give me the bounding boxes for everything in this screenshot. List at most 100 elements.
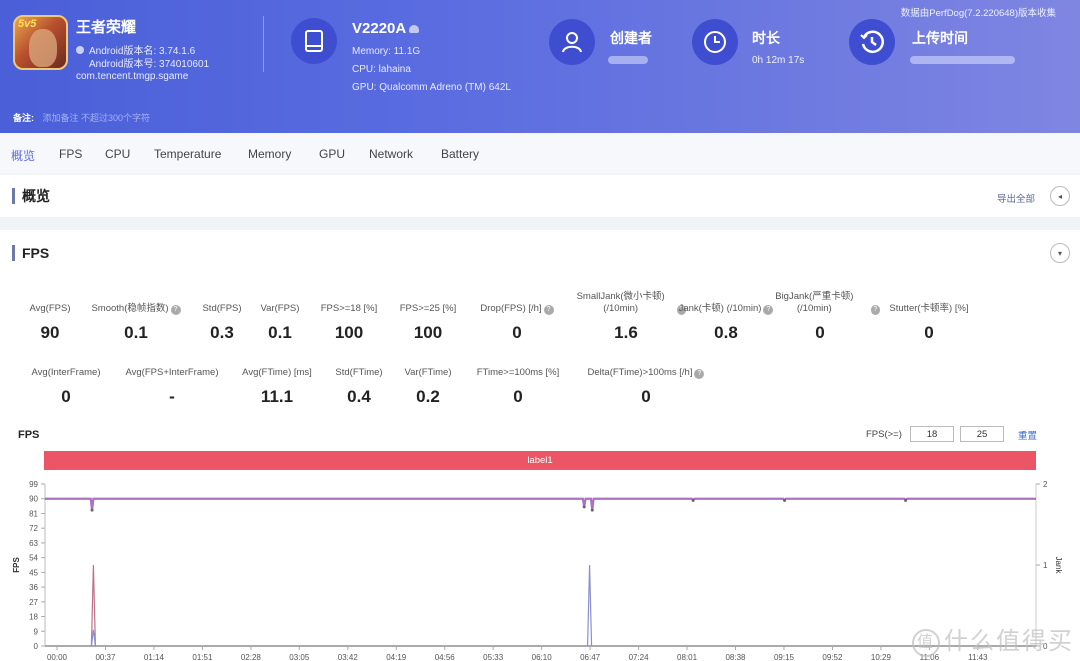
report-header: 5v5 王者荣耀 Android版本名: 3.74.1.6 Android版本号…	[0, 0, 1080, 133]
tab-cpu[interactable]: CPU	[105, 147, 130, 161]
metric-avg-interframe: Avg(InterFrame) 0	[31, 367, 101, 406]
help-icon[interactable]: ?	[694, 369, 705, 379]
tab-temperature[interactable]: Temperature	[154, 147, 221, 161]
x-tick-label: 02:28	[241, 653, 262, 661]
collapse-button[interactable]: ▾	[1050, 243, 1070, 263]
y-tick-label: 99	[29, 480, 38, 489]
y-tick-label: 81	[29, 509, 38, 518]
device-gpu: GPU: Qualcomm Adreno (TM) 642L	[352, 82, 511, 93]
reset-link[interactable]: 重置	[1018, 428, 1037, 442]
y-tick-label: 0	[34, 642, 39, 651]
x-tick-label: 03:42	[338, 653, 359, 661]
tab-bar: 概览 FPS CPU Temperature Memory GPU Networ…	[0, 133, 1080, 173]
upload-time-title: 上传时间	[912, 30, 968, 46]
metric-ftime-ge-100ms: FTime>=100ms [%] 0	[476, 367, 560, 406]
collapse-left-button[interactable]: ◂	[1050, 186, 1070, 206]
x-tick-label: 08:01	[677, 653, 698, 661]
tab-overview[interactable]: 概览	[11, 147, 35, 164]
fps-threshold-2-input[interactable]	[960, 426, 1004, 442]
x-tick-label: 01:51	[192, 653, 213, 661]
y-tick-label: 90	[29, 495, 38, 504]
y-tick-label: 63	[29, 539, 38, 548]
note-label: 备注:	[13, 113, 34, 123]
y-tick-label: 72	[29, 524, 38, 533]
fps-series-line	[45, 497, 1036, 511]
metric-drop-fps: Drop(FPS) [/h]? 0	[457, 289, 577, 343]
y-tick-label: 18	[29, 613, 38, 622]
tab-battery[interactable]: Battery	[441, 147, 479, 161]
metric-avg-fps-interframe: Avg(FPS+InterFrame) -	[125, 367, 219, 406]
tab-memory[interactable]: Memory	[248, 147, 291, 161]
x-tick-label: 00:37	[95, 653, 116, 661]
metric-delta-ftime: Delta(FTime)>100ms [/h]? 0	[586, 353, 706, 407]
fps-dip-point	[590, 508, 594, 512]
creator-title: 创建者	[610, 30, 652, 46]
device-icon	[291, 18, 337, 64]
header-divider	[263, 16, 264, 72]
x-tick-label: 05:33	[483, 653, 504, 661]
fps-dip-point	[691, 498, 695, 502]
metric-stutter: Stutter(卡顿率) [%] 0	[889, 303, 969, 342]
perfdog-version-note: 数据由PerfDog(7.2.220648)版本收集	[900, 8, 1056, 19]
upload-time-value	[910, 56, 1015, 64]
note-placeholder[interactable]: 添加备注 不超过300个字符	[43, 113, 151, 123]
fps-threshold-label: FPS(>=)	[866, 429, 902, 440]
y2-tick-label: 1	[1043, 561, 1048, 570]
fps-dip-point	[90, 508, 94, 512]
y-tick-label: 36	[29, 583, 38, 592]
fps-dip-point	[904, 498, 908, 502]
y2-tick-label: 2	[1043, 480, 1048, 489]
fps-section-title: FPS	[12, 245, 49, 261]
device-memory: Memory: 11.1G	[352, 46, 421, 57]
app-name: 王者荣耀	[76, 19, 137, 36]
tab-fps[interactable]: FPS	[59, 147, 82, 161]
export-all-link[interactable]: 导出全部	[997, 191, 1035, 205]
clock-icon	[692, 19, 738, 65]
y2-axis-label: Jank	[1054, 557, 1063, 575]
package-name: com.tencent.tmgp.sgame	[76, 71, 189, 82]
fps-threshold-1-input[interactable]	[910, 426, 954, 442]
x-tick-label: 01:14	[144, 653, 165, 661]
y-tick-label: 45	[29, 568, 38, 577]
y-tick-label: 27	[29, 598, 38, 607]
y-tick-label: 54	[29, 554, 38, 563]
x-tick-label: 09:15	[774, 653, 795, 661]
creator-value	[608, 56, 648, 64]
x-tick-label: 04:56	[435, 653, 456, 661]
chart-title: FPS	[18, 429, 40, 441]
note-field[interactable]: 备注: 添加备注 不超过300个字符	[13, 111, 150, 124]
chevron-left-icon: ◂	[1057, 191, 1062, 201]
cloud-icon	[409, 25, 420, 34]
device-cpu: CPU: lahaina	[352, 64, 411, 75]
fps-dip-point	[582, 505, 586, 509]
history-icon	[849, 19, 895, 65]
duration-value: 0h 12m 17s	[752, 55, 805, 66]
x-tick-label: 03:05	[289, 653, 310, 661]
overview-title: 概览	[12, 188, 50, 204]
label-bar[interactable]: label1	[44, 451, 1036, 470]
y-axis-label: FPS	[12, 557, 21, 573]
app-icon: 5v5	[13, 15, 68, 70]
tab-network[interactable]: Network	[369, 147, 413, 161]
tab-gpu[interactable]: GPU	[319, 147, 345, 161]
android-version-code: Android版本号: 374010601	[89, 59, 210, 70]
x-tick-label: 06:47	[580, 653, 601, 661]
x-tick-label: 07:24	[629, 653, 650, 661]
x-tick-label: 06:10	[532, 653, 553, 661]
fps-dip-point	[783, 498, 787, 502]
duration-title: 时长	[752, 30, 780, 46]
smalljank-spike	[586, 564, 593, 647]
chevron-down-icon: ▾	[1057, 248, 1062, 258]
x-tick-label: 10:29	[871, 653, 892, 661]
overview-panel	[0, 175, 1080, 217]
y-tick-label: 9	[34, 627, 39, 636]
android-icon	[76, 46, 84, 54]
x-tick-label: 08:38	[725, 653, 746, 661]
help-icon[interactable]: ?	[543, 305, 554, 315]
device-name: V2220A	[352, 20, 420, 37]
metric-big-jank: BigJank(严重卡顿) (/10min)? 0	[760, 289, 880, 343]
x-tick-label: 04:19	[386, 653, 407, 661]
watermark: 值什么值得买	[912, 621, 1074, 657]
user-icon	[549, 19, 595, 65]
x-tick-label: 09:52	[822, 653, 843, 661]
